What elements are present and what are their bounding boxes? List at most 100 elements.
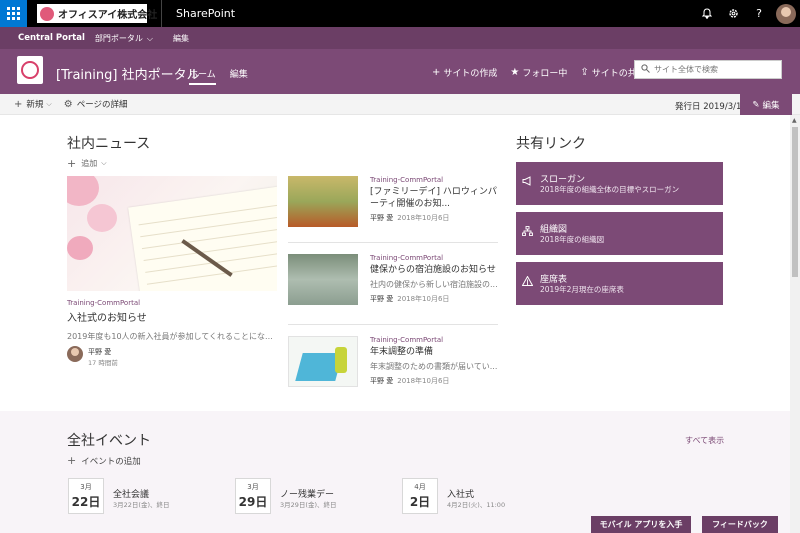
search-input[interactable] xyxy=(654,65,774,74)
scroll-thumb[interactable] xyxy=(792,127,798,277)
news-item-title[interactable]: 健保からの宿泊施設のお知らせ xyxy=(370,264,498,276)
site-logo[interactable] xyxy=(17,56,43,84)
hero-news-author[interactable]: 平野 愛 xyxy=(88,347,111,357)
news-list-item[interactable]: Training-CommPortal 年末調整の準備 年末調整のための書類が届… xyxy=(288,336,498,410)
hero-news-image[interactable] xyxy=(67,176,277,291)
share-icon: ⇪ xyxy=(580,67,589,78)
events-section-title: 全社イベント xyxy=(67,433,151,449)
feedback-button[interactable]: フィードバック xyxy=(702,516,778,533)
page-details-button[interactable]: ⚙ ページの詳細 xyxy=(63,98,128,111)
news-item-meta: 平野 愛 2018年10月6日 xyxy=(370,294,449,304)
site-nav: ホーム 編集 xyxy=(189,67,262,85)
notebook-decoration xyxy=(128,185,277,291)
quick-link-subtitle: 2019年2月現在の座席表 xyxy=(540,285,624,294)
suite-divider xyxy=(161,0,162,27)
news-item-meta: 平野 愛 2018年10月6日 xyxy=(370,376,449,386)
coins-decoration xyxy=(335,347,347,373)
news-item-meta: 平野 愛 2018年10月6日 xyxy=(370,213,449,223)
event-month: 3月 xyxy=(80,483,92,491)
company-logo[interactable]: オフィスアイ株式会社 xyxy=(37,4,157,23)
chevron-down-icon: ⌵ xyxy=(101,159,107,167)
news-thumbnail[interactable] xyxy=(288,254,358,305)
command-bar: + 新規 ⌵ ⚙ ページの詳細 発行日 2019/3/10 ✎ 編集 xyxy=(0,94,800,115)
add-event-button[interactable]: + イベントの追加 xyxy=(67,454,141,467)
company-logo-text: オフィスアイ株式会社 xyxy=(58,10,158,21)
create-site-button[interactable]: + サイトの作成 xyxy=(432,66,497,79)
help-icon[interactable]: ? xyxy=(746,0,772,27)
follow-button[interactable]: ★ フォロー中 xyxy=(510,66,567,79)
plus-icon: + xyxy=(432,67,441,78)
news-add-button[interactable]: + 追加 ⌵ xyxy=(67,157,107,170)
user-avatar[interactable] xyxy=(776,3,796,24)
hub-dept-label: 部門ポータル xyxy=(94,33,143,43)
news-item-source[interactable]: Training-CommPortal xyxy=(370,176,443,184)
edit-page-label: 編集 xyxy=(762,100,780,111)
author-avatar[interactable] xyxy=(67,346,83,362)
app-title[interactable]: SharePoint xyxy=(176,7,235,20)
hero-news-source[interactable]: Training-CommPortal xyxy=(67,299,140,307)
news-item-author[interactable]: 平野 愛 xyxy=(370,377,393,385)
event-detail: 3月29日(金)、終日 xyxy=(280,501,337,509)
nav-edit-link[interactable]: 編集 xyxy=(230,67,248,85)
hub-dept-menu[interactable]: 部門ポータル ⌵ xyxy=(95,33,163,44)
create-site-label: サイトの作成 xyxy=(443,69,498,79)
waffle-icon xyxy=(7,7,20,20)
quick-link-slogan[interactable]: スローガン 2018年度の組織全体の目標やスローガン xyxy=(516,162,723,205)
new-button[interactable]: + 新規 ⌵ xyxy=(14,98,52,111)
hero-news-description: 2019年度も10人の新入社員が参加してくれることにな... xyxy=(67,332,273,341)
event-month: 3月 xyxy=(247,483,259,491)
hero-news-time: 17 時間前 xyxy=(88,359,118,367)
news-item-author[interactable]: 平野 愛 xyxy=(370,214,393,222)
news-thumbnail[interactable] xyxy=(288,176,358,227)
edit-page-button[interactable]: ✎ 編集 xyxy=(740,94,792,115)
events-see-all-link[interactable]: すべて表示 xyxy=(685,435,724,446)
news-item-source[interactable]: Training-CommPortal xyxy=(370,254,443,262)
hero-news-title[interactable]: 入社式のお知らせ xyxy=(67,309,147,324)
news-item-source[interactable]: Training-CommPortal xyxy=(370,336,443,344)
site-title[interactable]: [Training] 社内ポータル xyxy=(56,64,200,83)
scroll-up-icon[interactable]: ▲ xyxy=(792,117,797,124)
news-list-item[interactable]: Training-CommPortal [ファミリーデイ] ハロウィンパーティ開… xyxy=(288,176,498,250)
news-thumbnail[interactable] xyxy=(288,336,358,387)
chevron-down-icon: ⌵ xyxy=(146,33,153,43)
quick-links-title: 共有リンク xyxy=(516,136,586,152)
page-details-label: ページの詳細 xyxy=(76,100,128,110)
logo-mark-icon xyxy=(40,6,54,21)
mobile-app-button[interactable]: モバイル アプリを入手 xyxy=(591,516,691,533)
site-header: [Training] 社内ポータル ホーム 編集 + サイトの作成 ★ フォロー… xyxy=(0,49,800,94)
news-item-date: 2018年10月6日 xyxy=(397,295,450,303)
quick-link-seating[interactable]: 座席表 2019年2月現在の座席表 xyxy=(516,262,723,305)
news-item-author[interactable]: 平野 愛 xyxy=(370,295,393,303)
hub-home-link[interactable]: Central Portal xyxy=(18,33,85,43)
news-list-item[interactable]: Training-CommPortal 健保からの宿泊施設のお知らせ 社内の健保… xyxy=(288,254,498,328)
org-chart-icon xyxy=(522,226,533,239)
event-detail: 3月22日(金)、終日 xyxy=(113,501,170,509)
news-item-title[interactable]: 年末調整の準備 xyxy=(370,346,498,358)
settings-icon: ⚙ xyxy=(63,98,73,110)
star-icon: ★ xyxy=(510,67,520,78)
hub-edit-link[interactable]: 編集 xyxy=(173,33,189,44)
pencil-icon: ✎ xyxy=(752,99,760,110)
news-divider xyxy=(288,242,498,243)
app-launcher-button[interactable] xyxy=(0,0,27,27)
suite-bar: オフィスアイ株式会社 SharePoint ? xyxy=(0,0,800,27)
new-label: 新規 xyxy=(26,100,44,110)
nav-home-tab[interactable]: ホーム xyxy=(189,67,216,85)
page-scrollbar[interactable]: ▲ xyxy=(790,115,800,533)
bell-icon[interactable] xyxy=(694,0,720,27)
event-day: 2日 xyxy=(409,495,431,509)
gear-icon[interactable] xyxy=(720,0,746,27)
site-search[interactable] xyxy=(634,60,782,79)
megaphone-icon xyxy=(522,176,533,189)
blossom-decoration xyxy=(67,176,99,206)
news-item-date: 2018年10月6日 xyxy=(397,214,450,222)
quick-link-subtitle: 2018年度の組織全体の目標やスローガン xyxy=(540,185,680,194)
quick-link-org-chart[interactable]: 組織図 2018年度の組織図 xyxy=(516,212,723,255)
plus-icon: + xyxy=(67,454,77,467)
blossom-decoration xyxy=(87,204,117,232)
plus-icon: + xyxy=(14,98,23,110)
quick-link-subtitle: 2018年度の組織図 xyxy=(540,235,605,244)
search-icon xyxy=(641,63,650,76)
hub-navigation: Central Portal 部門ポータル ⌵ 編集 xyxy=(0,27,800,49)
news-item-title[interactable]: [ファミリーデイ] ハロウィンパーティ開催のお知... xyxy=(370,186,498,210)
